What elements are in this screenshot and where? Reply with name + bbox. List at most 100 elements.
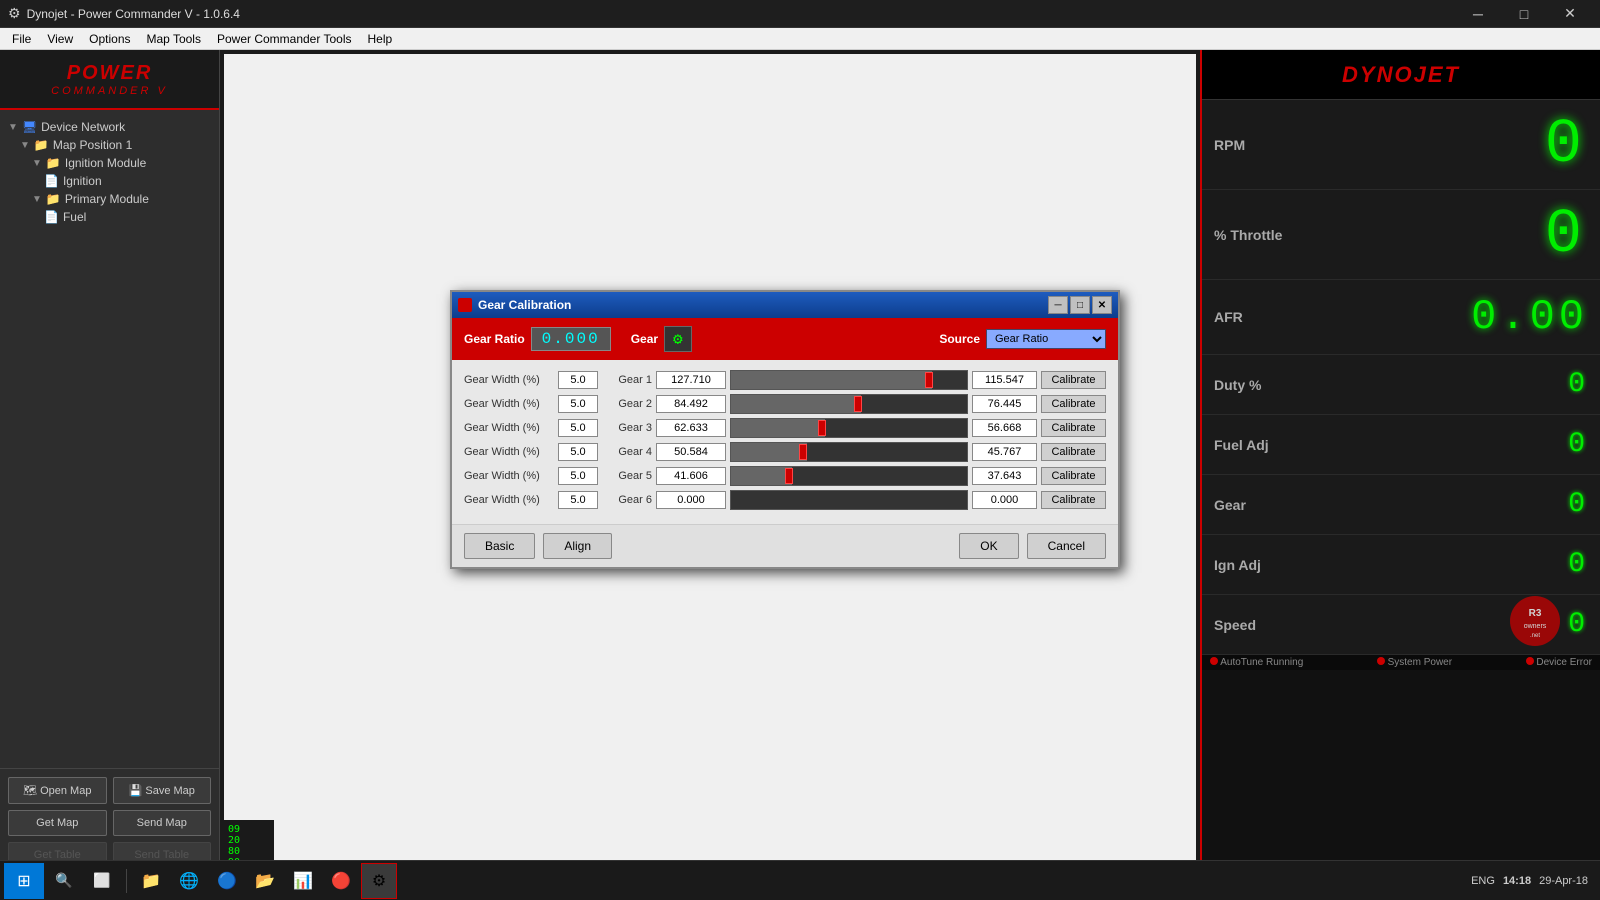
gear-width-input-1[interactable] — [558, 371, 598, 389]
tree-ignition-module[interactable]: ▼ 📁 Ignition Module — [28, 154, 215, 172]
system-indicator: System Power — [1377, 657, 1452, 668]
cancel-button[interactable]: Cancel — [1027, 533, 1106, 559]
close-button[interactable]: ✕ — [1548, 0, 1592, 28]
rpm-label: RPM — [1214, 137, 1294, 153]
gear-slider-5[interactable] — [730, 466, 968, 486]
minimize-button[interactable]: ─ — [1456, 0, 1500, 28]
gear-value-left-4[interactable] — [656, 443, 726, 461]
tree-ignition[interactable]: 📄 Ignition — [40, 172, 215, 190]
gear-width-input-2[interactable] — [558, 395, 598, 413]
source-dropdown[interactable]: Gear Ratio — [986, 329, 1106, 349]
tree-fuel-label: Fuel — [63, 210, 86, 224]
device-indicator: Device Error — [1526, 657, 1592, 668]
gear-width-input-3[interactable] — [558, 419, 598, 437]
gear-ratio-field: Gear Ratio — [464, 327, 611, 351]
taskbar-right: ENG 14:18 29-Apr-18 — [1471, 875, 1596, 887]
dialog-restore-button[interactable]: □ — [1070, 296, 1090, 314]
gear-width-label-3: Gear Width (%) — [464, 422, 554, 434]
ok-button[interactable]: OK — [959, 533, 1018, 559]
ign-adj-label: Ign Adj — [1214, 557, 1294, 573]
fuel-adj-label: Fuel Adj — [1214, 437, 1294, 453]
gear-width-input-4[interactable] — [558, 443, 598, 461]
gear-ratio-label: Gear Ratio — [464, 332, 525, 346]
search-button[interactable]: 🔍 — [46, 863, 82, 899]
gear-value-right-2[interactable] — [972, 395, 1037, 413]
dialog-control-buttons: ─ □ ✕ — [1048, 296, 1112, 314]
calibrate-btn-2[interactable]: Calibrate — [1041, 395, 1106, 413]
gear-width-input-6[interactable] — [558, 491, 598, 509]
speed-gauge-section: Speed 0 R3 owners .net — [1202, 595, 1600, 655]
menu-file[interactable]: File — [4, 30, 39, 48]
ign-adj-display: 0 — [1568, 549, 1588, 580]
calibrate-btn-4[interactable]: Calibrate — [1041, 443, 1106, 461]
maximize-button[interactable]: □ — [1502, 0, 1546, 28]
basic-button[interactable]: Basic — [464, 533, 535, 559]
menu-options[interactable]: Options — [81, 30, 138, 48]
gear-slider-4[interactable] — [730, 442, 968, 462]
gear-value-right-6[interactable] — [972, 491, 1037, 509]
source-field: Source Gear Ratio — [939, 329, 1106, 349]
gear-ratio-input[interactable] — [531, 327, 611, 351]
system-dot — [1377, 657, 1385, 665]
gauge-panel: RPM 0 % Throttle 0 AFR 0.00 Duty % 0 Fue… — [1202, 100, 1600, 876]
open-map-button[interactable]: 🗺 Open Map — [8, 777, 107, 804]
indicator-row: AutoTune Running System Power Device Err… — [1202, 655, 1600, 670]
calibrate-btn-5[interactable]: Calibrate — [1041, 467, 1106, 485]
gear-value-right-4[interactable] — [972, 443, 1037, 461]
gear-value-left-5[interactable] — [656, 467, 726, 485]
gear-slider-3[interactable] — [730, 418, 968, 438]
tree-fuel[interactable]: 📄 Fuel — [40, 208, 215, 226]
gear-slider-6[interactable] — [730, 490, 968, 510]
task-view-button[interactable]: ⬜ — [84, 863, 120, 899]
start-button[interactable]: ⊞ — [4, 863, 44, 899]
menu-help[interactable]: Help — [360, 30, 401, 48]
gear-width-label-5: Gear Width (%) — [464, 470, 554, 482]
footer-right-buttons: OK Cancel — [959, 533, 1106, 559]
gear-row-2: Gear Width (%) Gear 2 Calibrate — [464, 394, 1106, 414]
gear-value-left-1[interactable] — [656, 371, 726, 389]
gear-value-left-2[interactable] — [656, 395, 726, 413]
save-map-button[interactable]: 💾 Save Map — [113, 777, 212, 804]
gear-slider-2[interactable] — [730, 394, 968, 414]
gear-value-right-5[interactable] — [972, 467, 1037, 485]
file-icon2: 📄 — [44, 210, 59, 224]
dialog-minimize-button[interactable]: ─ — [1048, 296, 1068, 314]
calibrate-btn-6[interactable]: Calibrate — [1041, 491, 1106, 509]
taskbar-folder[interactable]: 📁 — [133, 863, 169, 899]
gear-gauge-section: Gear 0 — [1202, 475, 1600, 535]
dialog-close-button[interactable]: ✕ — [1092, 296, 1112, 314]
gear-dialog-footer: Basic Align OK Cancel — [452, 524, 1118, 567]
get-map-button[interactable]: Get Map — [8, 810, 107, 836]
gear-value-right-3[interactable] — [972, 419, 1037, 437]
tree-root-icon2: 🖥 — [22, 120, 37, 134]
dialog-title: Gear Calibration — [478, 298, 571, 312]
gear-value-right-1[interactable] — [972, 371, 1037, 389]
gear-value-left-3[interactable] — [656, 419, 726, 437]
gear-display: 0 — [1568, 489, 1588, 520]
taskbar-app-active[interactable]: ⚙ — [361, 863, 397, 899]
taskbar-excel[interactable]: 📊 — [285, 863, 321, 899]
menu-map-tools[interactable]: Map Tools — [139, 30, 209, 48]
taskbar-app1[interactable]: 🔴 — [323, 863, 359, 899]
titlebar-left: ⚙ Dynojet - Power Commander V - 1.0.6.4 — [8, 5, 240, 22]
gear-width-input-5[interactable] — [558, 467, 598, 485]
tree-root[interactable]: ▼ 🖥 Device Network — [4, 118, 215, 136]
taskbar-edge[interactable]: 🌐 — [171, 863, 207, 899]
tree-map-position[interactable]: ▼ 📁 Map Position 1 — [16, 136, 215, 154]
rpm-display: 0 — [1545, 109, 1588, 180]
menu-power-commander-tools[interactable]: Power Commander Tools — [209, 30, 360, 48]
send-map-button[interactable]: Send Map — [113, 810, 212, 836]
gear-name-4: Gear 4 — [602, 446, 652, 458]
sidebar-logo: POWER COMMANDER V — [0, 50, 219, 110]
gear-slider-1[interactable] — [730, 370, 968, 390]
calibrate-btn-1[interactable]: Calibrate — [1041, 371, 1106, 389]
watermark: R3 owners .net — [1480, 594, 1590, 652]
afr-gauge-section: AFR 0.00 — [1202, 280, 1600, 355]
gear-value-left-6[interactable] — [656, 491, 726, 509]
calibrate-btn-3[interactable]: Calibrate — [1041, 419, 1106, 437]
menu-view[interactable]: View — [39, 30, 81, 48]
tree-primary-module[interactable]: ▼ 📁 Primary Module — [28, 190, 215, 208]
taskbar-explorer[interactable]: 📂 — [247, 863, 283, 899]
align-button[interactable]: Align — [543, 533, 612, 559]
taskbar-ie[interactable]: 🔵 — [209, 863, 245, 899]
